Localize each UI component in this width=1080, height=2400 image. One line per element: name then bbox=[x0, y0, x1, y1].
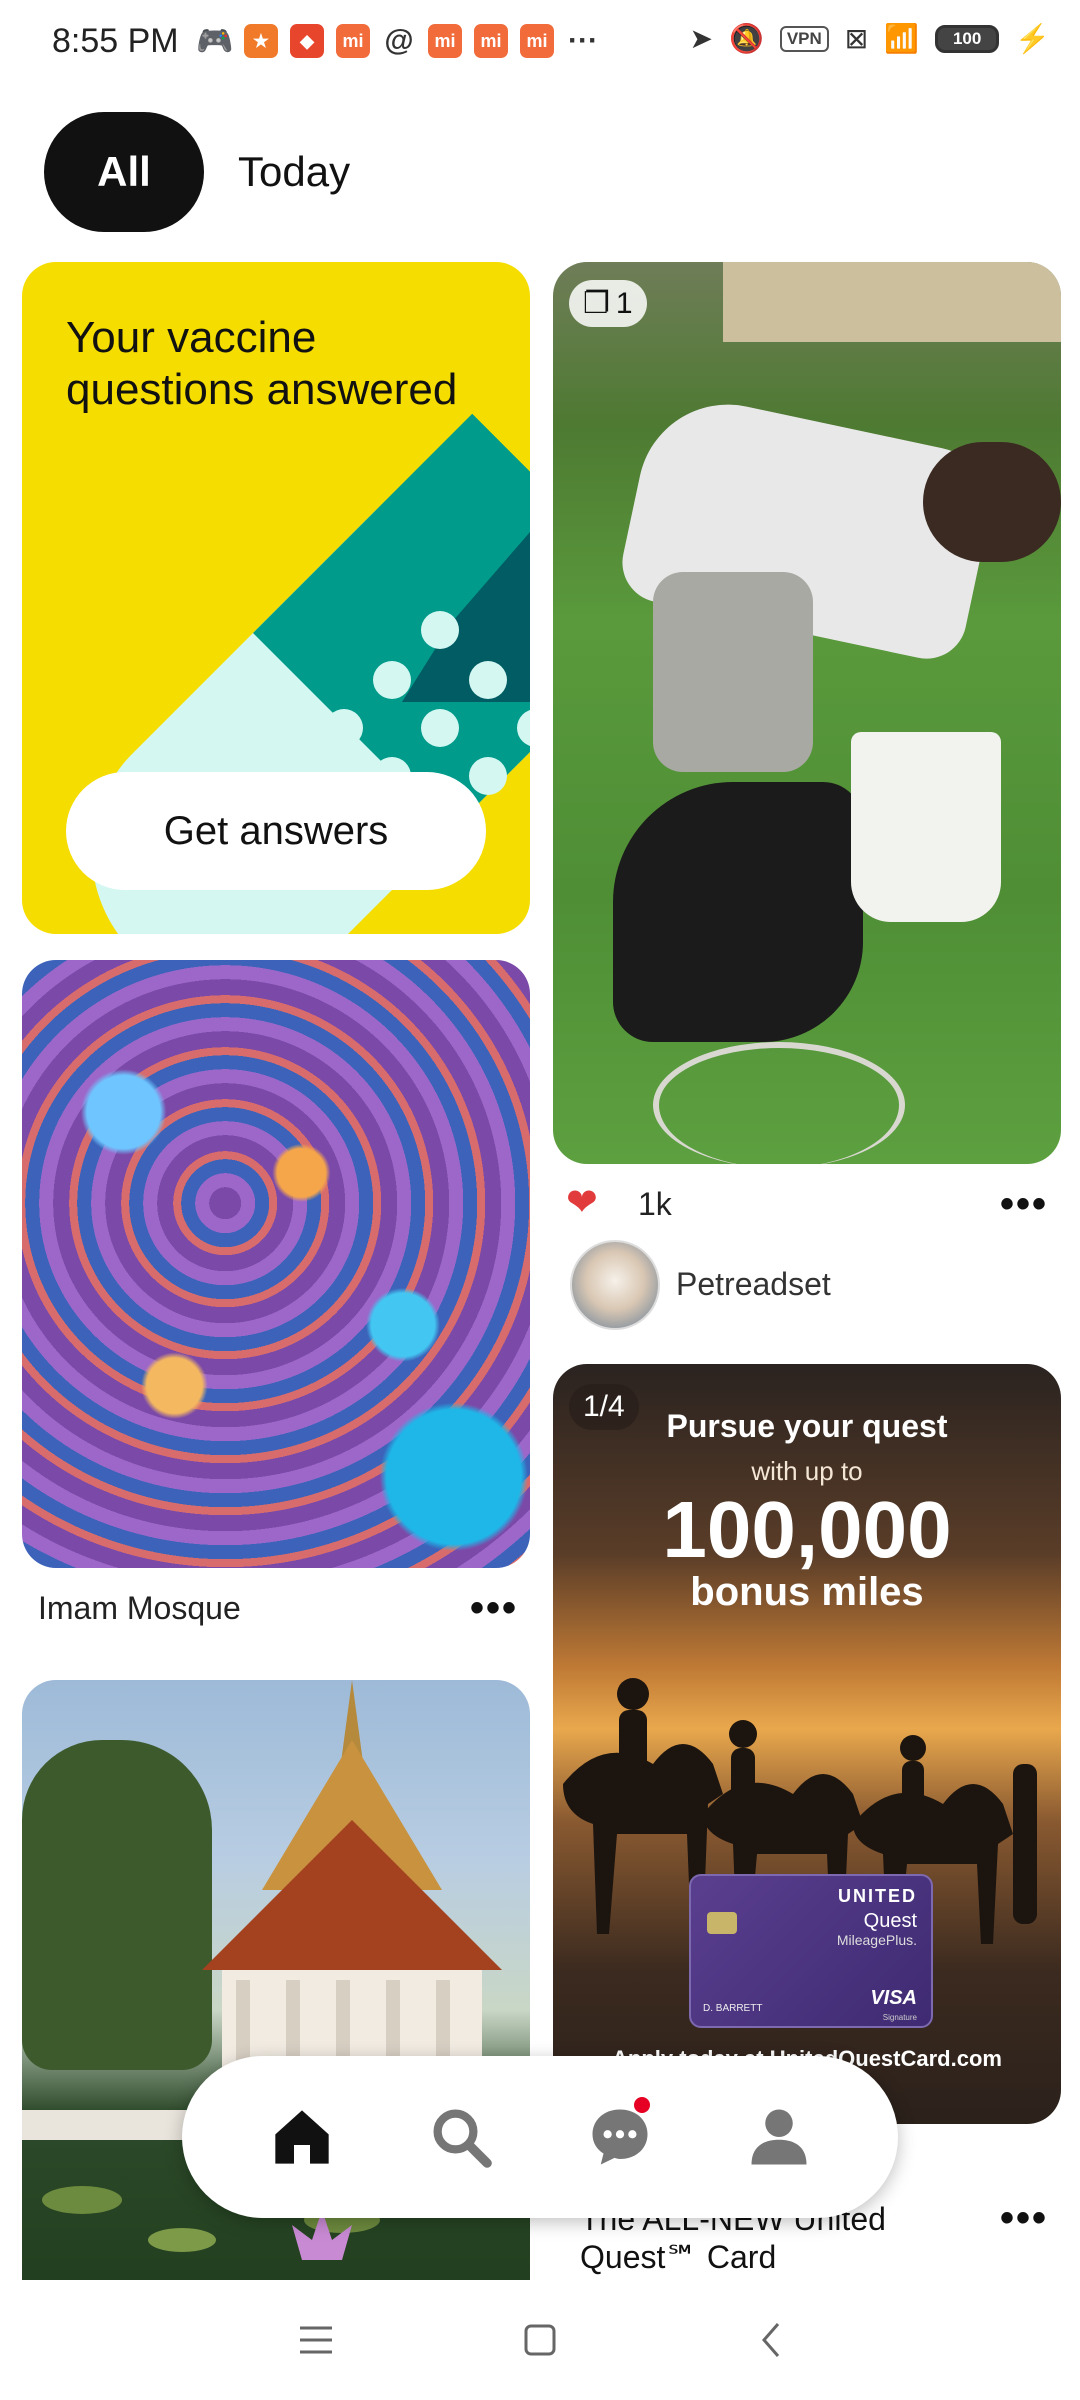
nav-home-button[interactable] bbox=[262, 2097, 342, 2177]
pages-icon: ❐ bbox=[583, 287, 610, 320]
mi-icon: mi bbox=[336, 24, 370, 58]
mi-icon: mi bbox=[520, 24, 554, 58]
app-notification-icon: ★ bbox=[244, 24, 278, 58]
menu-icon[interactable] bbox=[296, 2320, 336, 2360]
back-icon[interactable] bbox=[752, 2320, 792, 2360]
charging-icon: ⚡ bbox=[1015, 23, 1050, 54]
heart-reaction-icon[interactable]: ❤ bbox=[566, 1180, 598, 1225]
app-notification-icon: ◆ bbox=[290, 24, 324, 58]
system-navigation-bar bbox=[0, 2280, 1080, 2400]
status-bar: 8:55 PM 🎮 ★ ◆ mi @ mi mi mi ··· ➤ 🔕 VPN … bbox=[0, 0, 1080, 90]
system-icons: ➤ 🔕 VPN ⊠ 📶 100 ⚡ bbox=[689, 22, 1050, 55]
chat-bubble-icon bbox=[592, 2109, 647, 2165]
tab-today[interactable]: Today bbox=[238, 148, 350, 196]
notification-dot bbox=[633, 2097, 650, 2113]
vaccine-card-title: Your vaccine questions answered bbox=[66, 313, 458, 414]
bottom-navigation bbox=[182, 2056, 898, 2218]
home-icon bbox=[274, 2110, 329, 2164]
at-sign-icon: @ bbox=[384, 24, 414, 57]
more-notifications-icon: ··· bbox=[568, 24, 598, 57]
tab-all[interactable]: All bbox=[44, 112, 204, 232]
vaccine-info-card[interactable]: Your vaccine questions answered Get answ… bbox=[22, 262, 530, 934]
card-network: VISA bbox=[870, 1987, 917, 2009]
profile-icon bbox=[751, 2109, 806, 2165]
more-options-button[interactable]: ••• bbox=[1000, 2198, 1048, 2238]
pin-author-name[interactable]: Petreadset bbox=[676, 1266, 831, 1303]
chip-icon bbox=[707, 1912, 737, 1934]
card-holder: D. BARRETT bbox=[703, 2003, 763, 2014]
ad-pin-title-line2: Quest℠ Card bbox=[580, 2239, 777, 2275]
battery-icon: 100 bbox=[935, 24, 1000, 53]
no-sim-icon: ⊠ bbox=[844, 23, 869, 54]
card-name: Quest bbox=[863, 1910, 917, 1932]
pin-count-badge: ❐ 1 bbox=[569, 280, 647, 327]
get-answers-button[interactable]: Get answers bbox=[66, 772, 486, 890]
gamepad-icon: 🎮 bbox=[196, 24, 234, 58]
mosque-pin-title[interactable]: Imam Mosque bbox=[38, 1590, 241, 1627]
reaction-count: 1k bbox=[638, 1186, 672, 1222]
more-options-button[interactable]: ••• bbox=[1000, 1184, 1048, 1224]
mi-icon: mi bbox=[474, 24, 508, 58]
avatar[interactable] bbox=[570, 1240, 660, 1330]
credit-card-graphic: UNITED Quest MileagePlus. D. BARRETT VIS… bbox=[689, 1874, 933, 2028]
card-brand: UNITED bbox=[838, 1886, 917, 1906]
pin-count-badge-value: 1 bbox=[615, 286, 633, 320]
wifi-icon: 📶 bbox=[884, 23, 920, 54]
card-program: MileagePlus. bbox=[836, 1932, 917, 1948]
mi-icon: mi bbox=[428, 24, 462, 58]
video-pin-image[interactable]: ❐ 1 bbox=[553, 262, 1061, 1164]
nav-messages-button[interactable] bbox=[580, 2097, 660, 2177]
mosque-pin-image[interactable] bbox=[22, 960, 530, 1568]
mute-icon: 🔕 bbox=[728, 23, 764, 54]
credit-card-ad-image[interactable]: 1/4 Pursue your quest with up to 100,000… bbox=[553, 1364, 1061, 2124]
card-signature-label: Signature bbox=[882, 2013, 917, 2022]
more-options-button[interactable]: ••• bbox=[470, 1588, 518, 1628]
search-icon bbox=[433, 2109, 492, 2168]
notification-icons: 🎮 ★ ◆ mi @ mi mi mi ··· bbox=[196, 24, 600, 58]
home-square-icon[interactable] bbox=[520, 2320, 560, 2360]
nav-profile-button[interactable] bbox=[739, 2097, 819, 2177]
nav-search-button[interactable] bbox=[421, 2097, 501, 2177]
status-time: 8:55 PM bbox=[52, 22, 179, 60]
location-icon: ➤ bbox=[689, 23, 713, 54]
vpn-icon: VPN bbox=[779, 25, 829, 52]
